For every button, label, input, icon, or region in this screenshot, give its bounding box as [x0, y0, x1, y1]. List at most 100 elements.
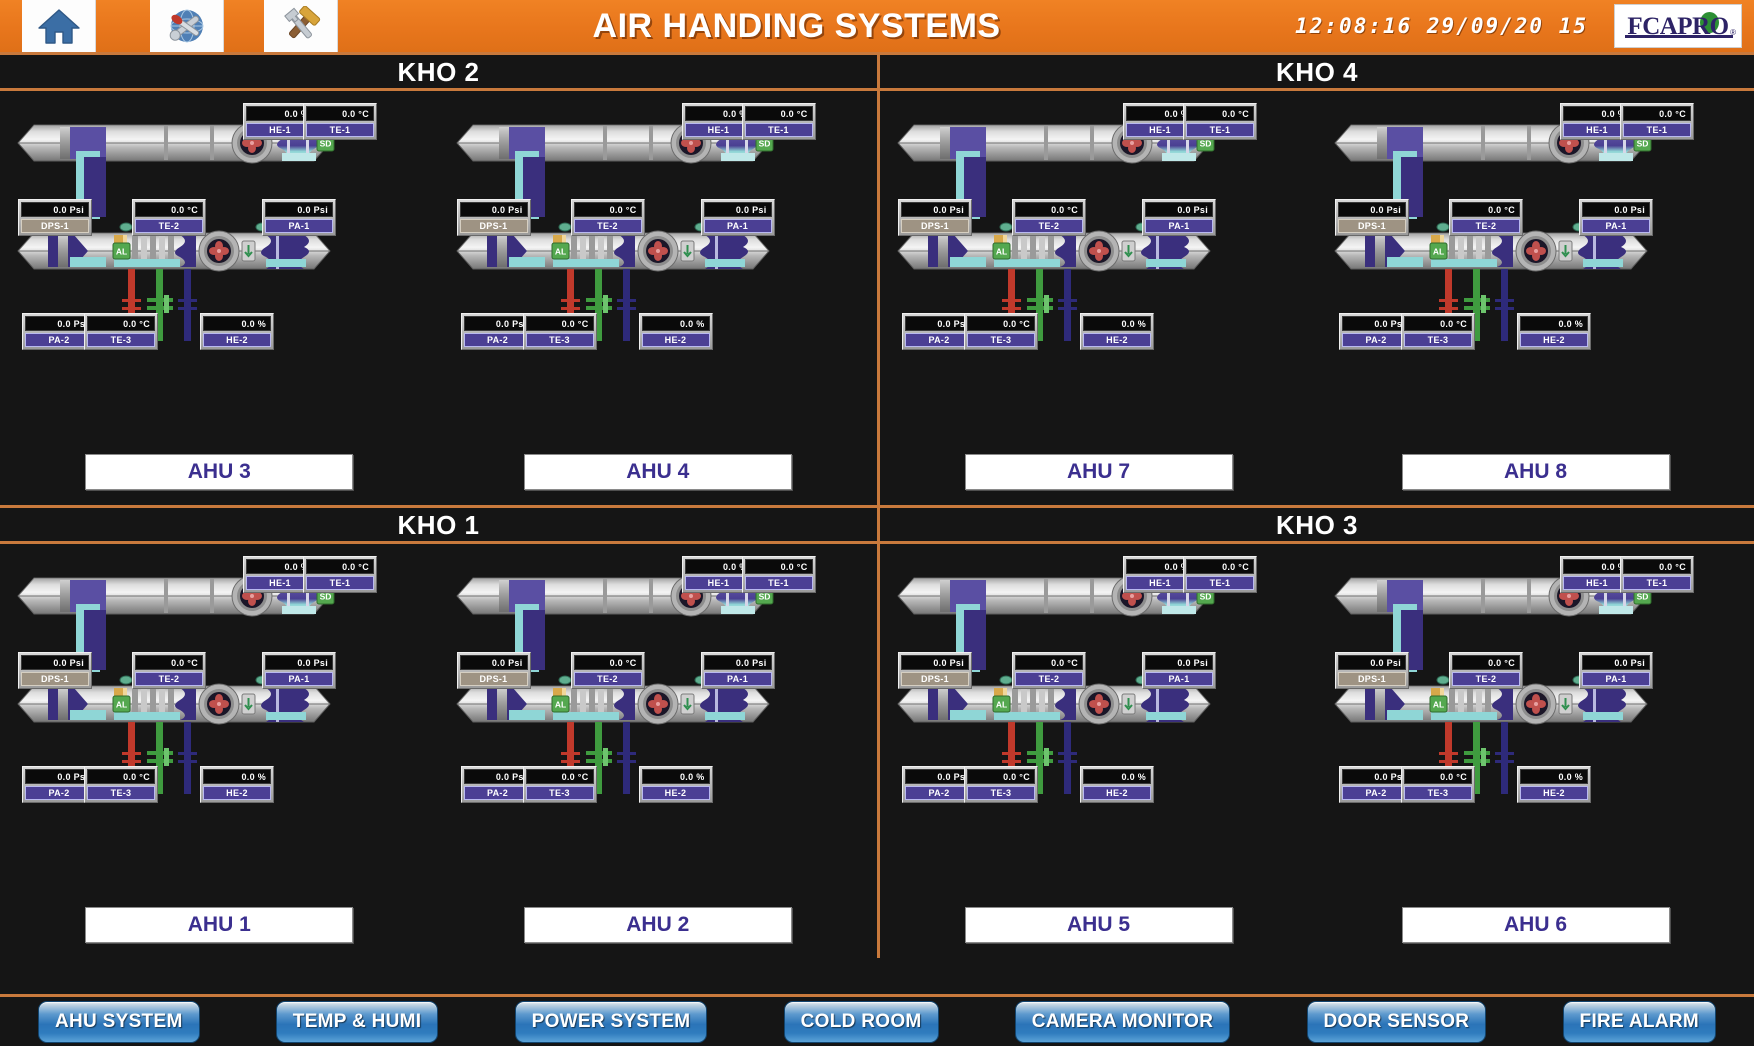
sensor-label: PA-1 — [265, 219, 333, 233]
ahu-nameplate[interactable]: AHU 4 — [523, 454, 792, 490]
sensor-tag-he-2[interactable]: 0.0 % HE-2 — [638, 766, 713, 803]
sensor-tag-pa-1[interactable]: 0.0 Psi PA-1 — [1579, 199, 1653, 236]
ahu-nameplate[interactable]: AHU 8 — [1401, 454, 1670, 490]
sensor-tag-te-1[interactable]: 0.0 °C TE-1 — [303, 556, 377, 593]
svg-text:SD: SD — [1637, 139, 1649, 149]
sensor-tag-te-1[interactable]: 0.0 °C TE-1 — [1620, 103, 1694, 140]
network-tools-icon — [169, 9, 203, 43]
sensor-label: DPS-1 — [459, 219, 528, 233]
sensor-tag-te-2[interactable]: 0.0 °C TE-2 — [570, 199, 645, 236]
ahu-unit: SD AL 0.0 % HE-1 0.0 °C TE-1 0.0 Psi DPS… — [1317, 544, 1754, 955]
sensor-value: 0.0 % — [641, 769, 710, 784]
return-fan — [1515, 230, 1557, 272]
return-fan — [637, 230, 678, 272]
sensor-value: 0.0 °C — [135, 655, 203, 670]
ahu-nameplate[interactable]: AHU 7 — [964, 454, 1233, 490]
sensor-tag-te-3[interactable]: 0.0 °C TE-3 — [522, 766, 597, 803]
sensor-label: PA-2 — [905, 333, 973, 347]
sensor-tag-te-3[interactable]: 0.0 °C TE-3 — [522, 313, 597, 350]
clock-display: 12:08:16 29/09/20 15 — [1295, 14, 1588, 38]
sensor-tag-te-1[interactable]: 0.0 °C TE-1 — [1183, 556, 1257, 593]
sensor-tag-te-2[interactable]: 0.0 °C TE-2 — [570, 652, 645, 689]
sensor-tag-dps-1[interactable]: 0.0 Psi DPS-1 — [898, 652, 972, 689]
ahu-nameplate[interactable]: AHU 1 — [85, 907, 354, 943]
sensor-tag-te-3[interactable]: 0.0 °C TE-3 — [964, 313, 1038, 350]
sensor-tag-te-1[interactable]: 0.0 °C TE-1 — [1620, 556, 1694, 593]
sensor-tag-dps-1[interactable]: 0.0 Psi DPS-1 — [18, 199, 92, 236]
sensor-tag-he-2[interactable]: 0.0 % HE-2 — [1517, 313, 1591, 350]
sensor-tag-te-2[interactable]: 0.0 °C TE-2 — [132, 199, 206, 236]
ahu-nameplate[interactable]: AHU 3 — [85, 454, 354, 490]
nav-button-cold-room[interactable]: COLD ROOM — [783, 1000, 939, 1043]
return-damper-switch — [241, 693, 256, 715]
sensor-value: 0.0 °C — [1452, 202, 1520, 217]
sensor-value: 0.0 % — [641, 316, 710, 331]
logo-underline — [1625, 35, 1733, 38]
sensor-label: TE-3 — [525, 786, 594, 800]
ahu-nameplate[interactable]: AHU 5 — [964, 907, 1233, 943]
network-tools-icon-button[interactable] — [150, 0, 224, 52]
ahu-nameplate[interactable]: AHU 2 — [523, 907, 792, 943]
status-pill-green-return — [999, 675, 1013, 685]
ahu-unit: SD AL 0.0 % HE-1 0.0 °C TE-1 0.0 Psi DPS… — [1317, 91, 1754, 502]
sensor-tag-he-2[interactable]: 0.0 % HE-2 — [200, 313, 274, 350]
sensor-value: 0.0 °C — [306, 106, 374, 121]
nav-button-power-system[interactable]: POWER SYSTEM — [514, 1000, 708, 1043]
sensor-tag-te-3[interactable]: 0.0 °C TE-3 — [1401, 313, 1475, 350]
sensor-tag-te-3[interactable]: 0.0 °C TE-3 — [1401, 766, 1475, 803]
sensor-tag-te-3[interactable]: 0.0 °C TE-3 — [84, 766, 158, 803]
sensor-tag-te-1[interactable]: 0.0 °C TE-1 — [741, 556, 816, 593]
sensor-tag-pa-1[interactable]: 0.0 Psi PA-1 — [1142, 199, 1216, 236]
ahu-nameplate[interactable]: AHU 6 — [1401, 907, 1670, 943]
sensor-tag-pa-1[interactable]: 0.0 Psi PA-1 — [262, 199, 336, 236]
sensor-tag-te-3[interactable]: 0.0 °C TE-3 — [84, 313, 158, 350]
sensor-tag-te-1[interactable]: 0.0 °C TE-1 — [1183, 103, 1257, 140]
sensor-tag-te-2[interactable]: 0.0 °C TE-2 — [132, 652, 206, 689]
sensor-tag-he-2[interactable]: 0.0 % HE-2 — [200, 766, 274, 803]
sensor-tag-te-2[interactable]: 0.0 °C TE-2 — [1449, 199, 1523, 236]
sensor-tag-dps-1[interactable]: 0.0 Psi DPS-1 — [456, 199, 531, 236]
sensor-tag-he-2[interactable]: 0.0 % HE-2 — [638, 313, 713, 350]
status-pill-green-return — [1436, 222, 1450, 232]
sensor-tag-pa-1[interactable]: 0.0 Psi PA-1 — [700, 652, 775, 689]
nav-button-ahu-system[interactable]: AHU SYSTEM — [38, 1000, 200, 1043]
ahu-unit: SD AL 0.0 % HE-1 0.0 °C TE-1 0.0 Psi DPS… — [0, 91, 439, 502]
sensor-tag-pa-1[interactable]: 0.0 Psi PA-1 — [700, 199, 775, 236]
ahu-grid: KHO 2 SD AL 0.0 % HE-1 0.0 °C TE-1 0.0 P… — [0, 52, 1754, 994]
sensor-tag-dps-1[interactable]: 0.0 Psi DPS-1 — [1335, 652, 1409, 689]
sensor-tag-he-2[interactable]: 0.0 % HE-2 — [1080, 313, 1154, 350]
sensor-tag-te-2[interactable]: 0.0 °C TE-2 — [1449, 652, 1523, 689]
nav-button-camera-monitor[interactable]: CAMERA MONITOR — [1014, 1000, 1231, 1043]
sensor-tag-pa-1[interactable]: 0.0 Psi PA-1 — [1142, 652, 1216, 689]
sensor-tag-te-2[interactable]: 0.0 °C TE-2 — [1012, 199, 1086, 236]
nav-button-fire-alarm[interactable]: FIRE ALARM — [1562, 1000, 1716, 1043]
sensor-tag-te-3[interactable]: 0.0 °C TE-3 — [964, 766, 1038, 803]
logo-registered-mark: ® — [1730, 28, 1736, 37]
sensor-tag-te-2[interactable]: 0.0 °C TE-2 — [1012, 652, 1086, 689]
svg-text:SD: SD — [758, 139, 770, 149]
sensor-tag-pa-1[interactable]: 0.0 Psi PA-1 — [262, 652, 336, 689]
sensor-tag-te-1[interactable]: 0.0 °C TE-1 — [303, 103, 377, 140]
sensor-tag-te-1[interactable]: 0.0 °C TE-1 — [741, 103, 816, 140]
sensor-value: 0.0 % — [203, 769, 271, 784]
nav-button-door-sensor[interactable]: DOOR SENSOR — [1306, 1000, 1487, 1043]
home-icon-button[interactable] — [22, 0, 96, 52]
sensor-tag-dps-1[interactable]: 0.0 Psi DPS-1 — [1335, 199, 1409, 236]
nav-button-temp-humi[interactable]: TEMP & HUMI — [275, 1000, 439, 1043]
ahu-diagram: SD AL — [0, 91, 439, 502]
return-fan — [637, 683, 678, 725]
sensor-value: 0.0 °C — [1623, 559, 1691, 574]
sensor-value: 0.0 Psi — [25, 316, 93, 331]
sensor-value: 0.0 °C — [525, 769, 594, 784]
sensor-label: HE-2 — [641, 333, 710, 347]
sensor-tag-he-2[interactable]: 0.0 % HE-2 — [1517, 766, 1591, 803]
status-pill-green-return — [119, 222, 133, 232]
sensor-value: 0.0 Psi — [1338, 202, 1406, 217]
sensor-tag-he-2[interactable]: 0.0 % HE-2 — [1080, 766, 1154, 803]
sensor-tag-dps-1[interactable]: 0.0 Psi DPS-1 — [18, 652, 92, 689]
sensor-tag-dps-1[interactable]: 0.0 Psi DPS-1 — [456, 652, 531, 689]
sensor-tag-pa-1[interactable]: 0.0 Psi PA-1 — [1579, 652, 1653, 689]
ahu-unit: SD AL 0.0 % HE-1 0.0 °C TE-1 0.0 Psi DPS… — [880, 91, 1317, 502]
al-badge: AL — [1429, 242, 1448, 260]
sensor-tag-dps-1[interactable]: 0.0 Psi DPS-1 — [898, 199, 972, 236]
